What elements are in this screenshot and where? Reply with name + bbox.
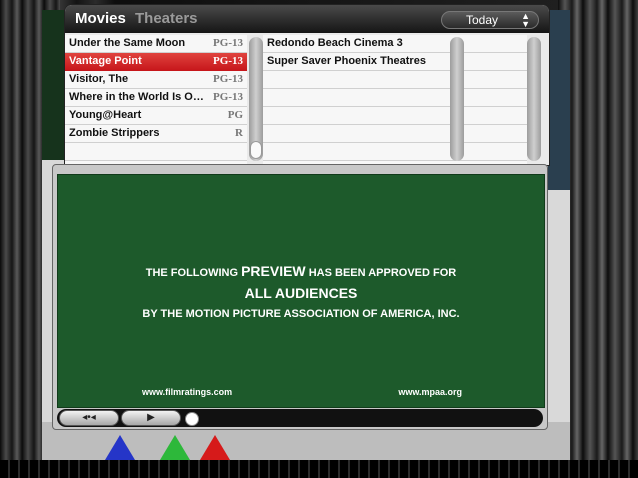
tab-movies[interactable]: Movies (75, 10, 126, 27)
background-banner-left (42, 10, 66, 160)
decorative-tile (200, 435, 230, 460)
tab-theaters[interactable]: Theaters (135, 10, 198, 27)
movie-row[interactable]: Young@Heart PG (65, 107, 247, 125)
movie-title: Zombie Strippers (69, 127, 160, 139)
theater-list-scrollbar[interactable] (450, 37, 464, 161)
video-screen[interactable]: THE FOLLOWING PREVIEW HAS BEEN APPROVED … (57, 174, 545, 408)
seek-handle[interactable] (185, 412, 199, 426)
theater-row[interactable]: Redondo Beach Cinema 3 (263, 35, 527, 53)
showtimes-panel: Movies Theaters Today ▲ ▼ Under the Same … (64, 4, 550, 166)
background-banner-right (548, 10, 570, 190)
rating-card-association: BY THE MOTION PICTURE ASSOCIATION OF AME… (142, 308, 460, 320)
movie-row[interactable]: Where in the World Is O… PG-13 (65, 89, 247, 107)
filmratings-url: www.filmratings.com (142, 387, 233, 397)
movie-row-selected[interactable]: Vantage Point PG-13 (65, 53, 247, 71)
theater-list: Redondo Beach Cinema 3 Super Saver Phoen… (263, 35, 527, 165)
movie-title: Young@Heart (69, 109, 142, 121)
theater-name: Redondo Beach Cinema 3 (267, 37, 403, 49)
movie-title: Where in the World Is O… (69, 91, 204, 103)
movie-list: Under the Same Moon PG-13 Vantage Point … (65, 35, 247, 165)
movie-rating: PG-13 (213, 37, 243, 49)
movie-rating: PG-13 (213, 91, 243, 103)
scrollbar-thumb[interactable] (250, 141, 262, 159)
trailer-player: THE FOLLOWING PREVIEW HAS BEEN APPROVED … (52, 164, 548, 430)
rating-card-line-1: THE FOLLOWING PREVIEW HAS BEEN APPROVED … (58, 263, 544, 279)
movie-list-scrollbar[interactable] (249, 37, 263, 161)
back-button[interactable]: ◂•◂ (59, 410, 119, 426)
movie-title: Visitor, The (69, 73, 129, 85)
rating-card-text: THE FOLLOWING (145, 267, 239, 279)
rating-card-preview-word: PREVIEW (241, 263, 306, 279)
play-button[interactable]: ▶ (121, 410, 181, 426)
stage-floor (0, 460, 638, 478)
theater-name: Super Saver Phoenix Theatres (267, 55, 426, 67)
movie-row[interactable]: Zombie Strippers R (65, 125, 247, 143)
movie-rating: PG-13 (213, 55, 243, 67)
rating-card-audience: ALL AUDIENCES (244, 285, 358, 301)
movie-rating: PG-13 (213, 73, 243, 85)
movie-rating: R (235, 127, 243, 139)
mpaa-url: www.mpaa.org (398, 387, 462, 397)
decorative-tile (105, 435, 135, 460)
movie-title: Vantage Point (69, 55, 142, 67)
movie-row[interactable]: Visitor, The PG-13 (65, 71, 247, 89)
curtain-right (558, 0, 638, 478)
theater-row[interactable]: Super Saver Phoenix Theatres (263, 53, 527, 71)
date-select[interactable]: Today ▲ ▼ (441, 11, 539, 29)
movie-row[interactable]: Under the Same Moon PG-13 (65, 35, 247, 53)
date-select-value: Today (466, 13, 499, 27)
movie-title: Under the Same Moon (69, 37, 186, 49)
movie-rating: PG (227, 109, 243, 121)
playback-controls: ◂•◂ ▶ (57, 409, 543, 427)
panel-header: Movies Theaters Today ▲ ▼ (65, 5, 549, 33)
rating-card-text: HAS BEEN APPROVED FOR (308, 267, 457, 279)
select-arrows-icon: ▲ ▼ (521, 11, 530, 29)
showtimes-scrollbar[interactable] (527, 37, 541, 161)
decorative-tile (160, 435, 190, 460)
